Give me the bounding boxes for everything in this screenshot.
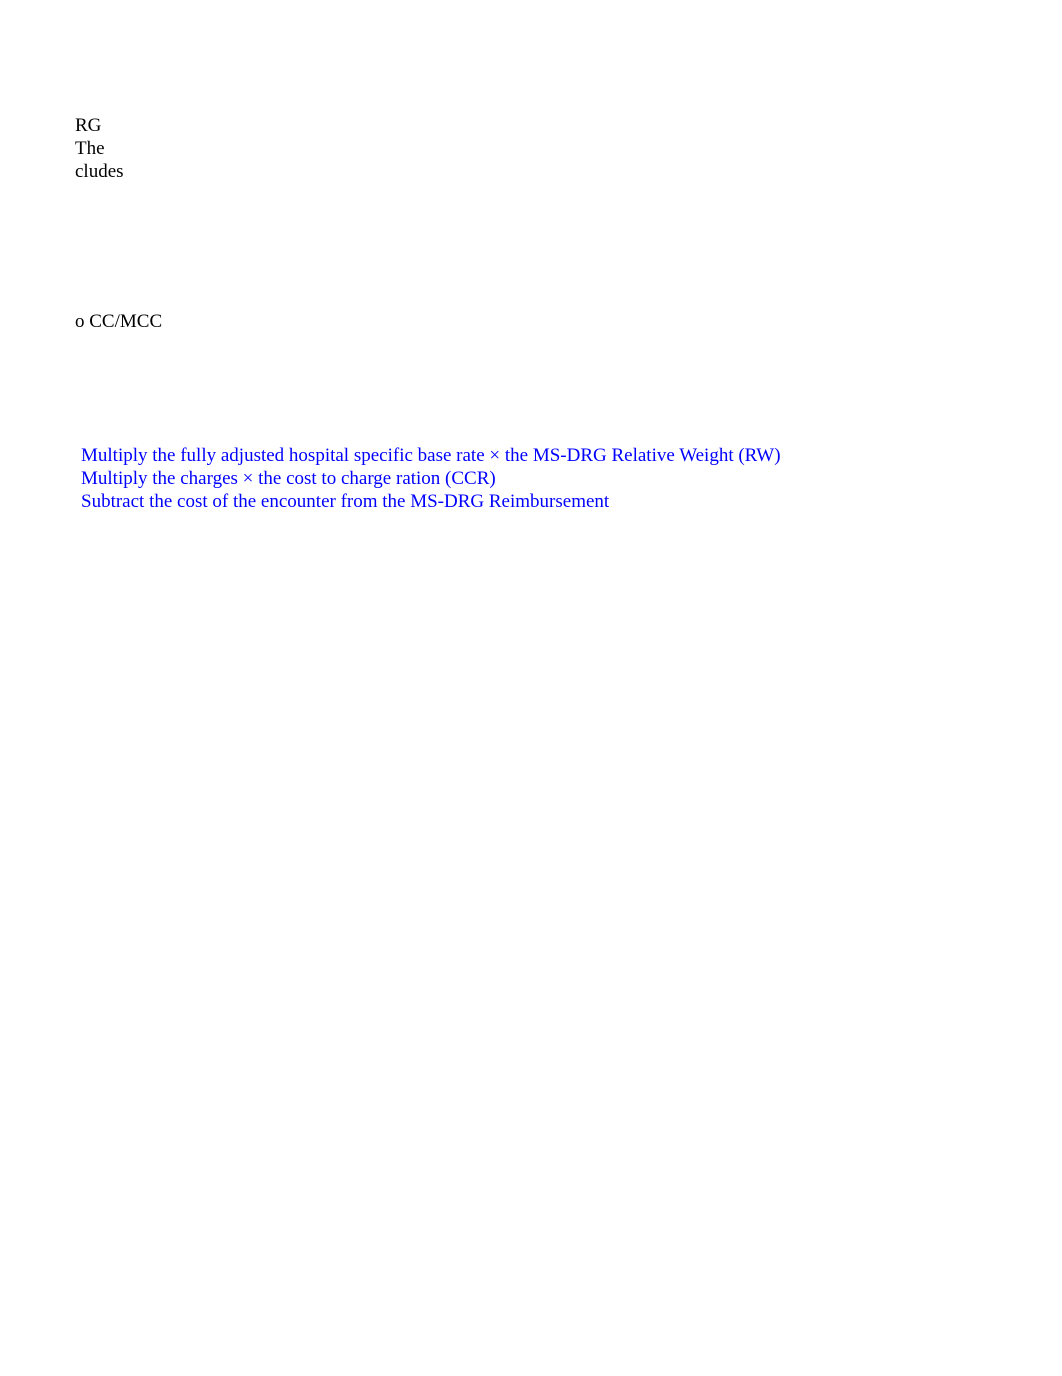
text-fragment-middle: o CC/MCC xyxy=(75,311,162,334)
text-line: o CC/MCC xyxy=(75,311,162,334)
instruction-line: Subtract the cost of the encounter from … xyxy=(81,491,781,514)
text-fragment-top: RG The cludes xyxy=(75,115,124,183)
text-line: The xyxy=(75,138,124,161)
instruction-line: Multiply the charges × the cost to charg… xyxy=(81,468,781,491)
text-line: RG xyxy=(75,115,124,138)
instructions-block: Multiply the fully adjusted hospital spe… xyxy=(81,445,781,513)
text-line: cludes xyxy=(75,161,124,184)
instruction-line: Multiply the fully adjusted hospital spe… xyxy=(81,445,781,468)
